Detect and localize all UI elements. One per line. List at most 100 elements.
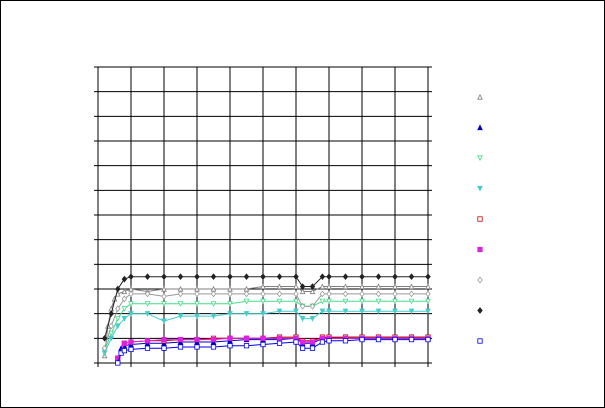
- data-point: [392, 290, 398, 298]
- data-point: [326, 308, 332, 315]
- data-point: [342, 298, 349, 305]
- data-point: [375, 298, 382, 305]
- data-point: [425, 283, 431, 290]
- data-point: [359, 290, 365, 298]
- data-point: [260, 273, 266, 280]
- data-point: [477, 155, 483, 162]
- data-point: [326, 290, 332, 298]
- data-point: [243, 285, 250, 292]
- data-point: [326, 298, 332, 305]
- data-point: [375, 336, 382, 343]
- data-point: [101, 350, 108, 357]
- data-point: [342, 308, 349, 315]
- data-point: [309, 315, 316, 322]
- data-point: [375, 273, 382, 280]
- legend-item-6: [477, 246, 483, 253]
- data-point: [477, 93, 483, 100]
- data-point: [177, 290, 184, 298]
- data-point: [114, 315, 121, 322]
- data-point: [392, 273, 398, 280]
- data-point: [276, 273, 283, 280]
- data-point: [177, 301, 184, 307]
- data-point: [210, 344, 217, 350]
- data-point: [227, 343, 233, 349]
- data-point: [260, 341, 266, 348]
- data-point: [276, 340, 283, 346]
- data-point: [425, 273, 431, 280]
- data-point: [375, 283, 382, 290]
- data-point: [227, 311, 233, 317]
- data-point: [161, 293, 167, 300]
- data-point: [359, 336, 365, 343]
- data-point: [194, 301, 200, 307]
- series-8: [101, 273, 431, 342]
- data-point: [177, 273, 184, 280]
- data-point: [227, 285, 233, 292]
- data-point: [210, 313, 217, 320]
- legend-item-8: [477, 307, 483, 314]
- data-point: [293, 339, 299, 345]
- data-point: [326, 273, 332, 280]
- data-point: [425, 298, 431, 305]
- data-point: [408, 308, 415, 315]
- data-point: [210, 290, 217, 298]
- data-point: [276, 298, 283, 305]
- data-point: [425, 308, 431, 315]
- data-point: [477, 124, 483, 131]
- data-point: [309, 345, 316, 351]
- data-point: [408, 298, 415, 305]
- data-point: [359, 273, 365, 280]
- data-point: [227, 273, 233, 280]
- series-layer: [101, 273, 431, 366]
- data-point: [392, 336, 398, 343]
- legend-item-2: [477, 124, 483, 131]
- data-point: [194, 344, 200, 350]
- data-point: [359, 308, 365, 315]
- data-point: [309, 339, 316, 345]
- data-point: [276, 290, 283, 298]
- data-point: [194, 273, 200, 280]
- series-line: [104, 286, 428, 356]
- data-point: [392, 298, 398, 305]
- data-point: [276, 283, 283, 290]
- data-point: [194, 313, 200, 320]
- series-line: [104, 310, 428, 354]
- data-point: [177, 336, 184, 343]
- data-point: [121, 348, 127, 354]
- data-point: [319, 298, 326, 305]
- data-point: [128, 273, 134, 280]
- data-point: [342, 283, 349, 290]
- data-point: [359, 298, 365, 305]
- data-point: [408, 290, 415, 298]
- data-point: [210, 336, 217, 343]
- data-point: [392, 283, 398, 290]
- data-point: [227, 335, 233, 341]
- data-point: [210, 285, 217, 292]
- series-1: [101, 283, 431, 359]
- data-point: [477, 246, 483, 253]
- data-point: [392, 308, 398, 315]
- data-point: [161, 273, 167, 280]
- data-point: [309, 288, 316, 295]
- data-point: [342, 338, 349, 344]
- data-point: [319, 339, 326, 345]
- legend-item-4: [477, 185, 483, 192]
- data-point: [144, 345, 151, 351]
- data-point: [243, 343, 250, 349]
- data-point: [121, 340, 127, 346]
- data-point: [243, 273, 250, 280]
- data-point: [299, 339, 306, 345]
- legend-item-1: [477, 93, 483, 100]
- data-point: [477, 276, 483, 284]
- data-point: [243, 335, 250, 341]
- data-point: [408, 336, 415, 343]
- data-point: [128, 346, 134, 353]
- data-point: [326, 338, 332, 344]
- data-point: [243, 290, 250, 298]
- legend-item-3: [477, 155, 483, 162]
- data-point: [144, 338, 151, 344]
- legend: [477, 93, 483, 344]
- data-point: [359, 283, 365, 290]
- data-point: [260, 290, 266, 298]
- legend-item-7: [477, 276, 483, 284]
